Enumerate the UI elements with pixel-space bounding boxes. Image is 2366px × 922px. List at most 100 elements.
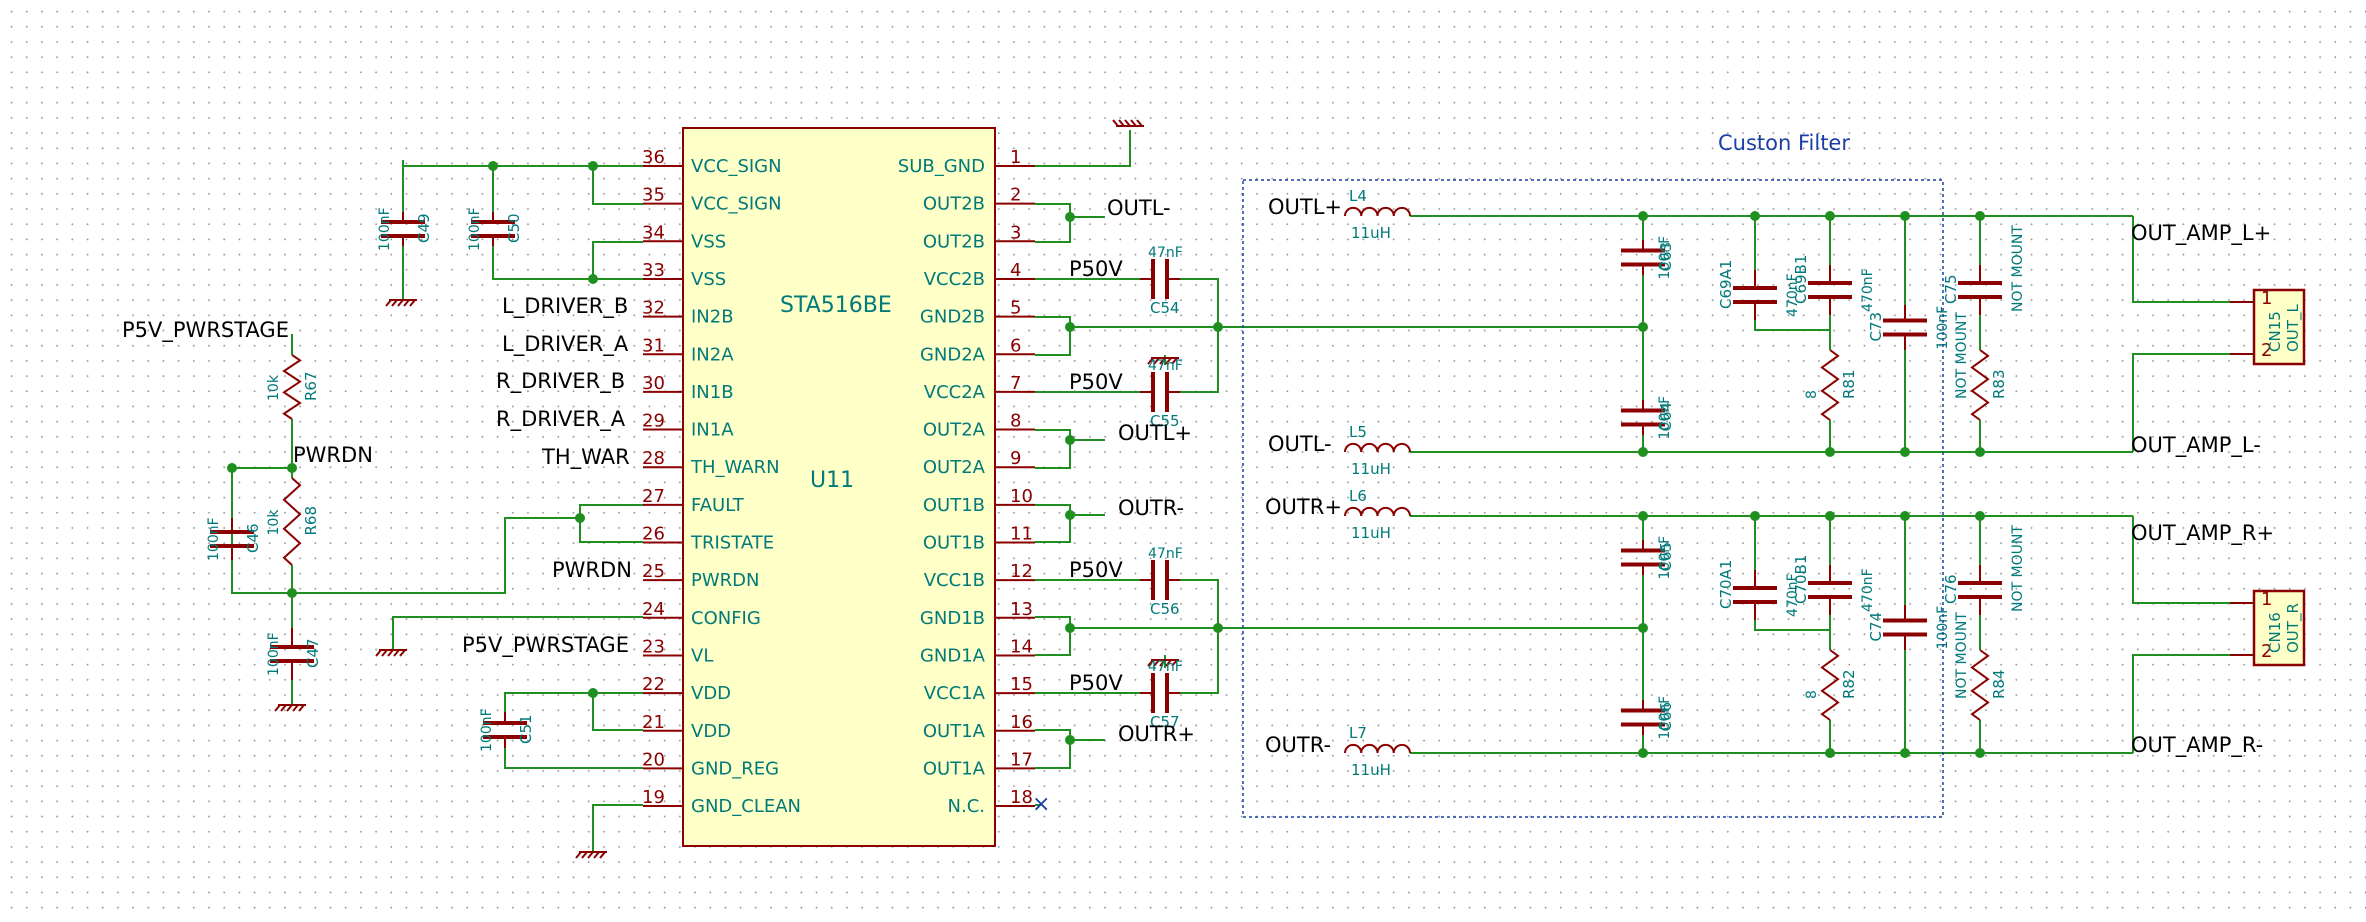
- cap-c46[interactable]: C46 100nF: [206, 517, 262, 561]
- pin-name: IN1A: [691, 420, 734, 441]
- cap-c65[interactable]: C65100nF: [1621, 536, 1675, 580]
- pin-name: OUT2B: [923, 231, 985, 252]
- cap-c63[interactable]: C63100nF: [1621, 236, 1675, 280]
- cap-c73[interactable]: C73 100nF: [1867, 305, 1951, 350]
- cap-c69b1[interactable]: C69B1 470nF: [1792, 255, 1876, 315]
- cap-value: 100nF: [266, 632, 282, 676]
- connector-cn16[interactable]: 1 2 CN16 OUT_R: [2230, 589, 2306, 667]
- pin-name: GND1A: [920, 645, 986, 666]
- cap-c49[interactable]: C49 100nF: [377, 207, 433, 251]
- net-out-amp-r-minus: OUT_AMP_R-: [2131, 733, 2263, 758]
- pin-name: SUB_GND: [898, 156, 985, 177]
- net-th-war: TH_WAR: [541, 445, 630, 470]
- junction-dot: [1900, 211, 1910, 221]
- cap-value: 100nF: [479, 708, 495, 752]
- cap-c70a1[interactable]: C70A1 470nF: [1717, 560, 1801, 620]
- net-out-amp-r-plus: OUT_AMP_R+: [2131, 521, 2274, 546]
- pin-number: 5: [1010, 298, 1021, 319]
- cn15-ref: CN15: [2266, 311, 2284, 352]
- junction-dot: [1825, 511, 1835, 521]
- cn16-pin1: 1: [2261, 589, 2272, 610]
- cap-ref: C75: [1942, 274, 1960, 304]
- res-r81[interactable]: R81 8: [1804, 349, 1858, 421]
- res-r82[interactable]: R82 8: [1804, 649, 1858, 721]
- pin-name: GND_CLEAN: [691, 796, 801, 817]
- pin-number: 26: [642, 524, 665, 545]
- cap-c69a1[interactable]: C69A1 470nF: [1717, 260, 1801, 320]
- cap-c51[interactable]: C51 100nF: [479, 708, 535, 752]
- res-ref: R83: [1990, 369, 2008, 399]
- cap-ref: C50: [505, 213, 523, 243]
- cap-c55[interactable]: 47nFC55: [1140, 358, 1183, 430]
- cap-value: 100nF: [1657, 696, 1673, 740]
- net-outl-minus-filter: OUTL-: [1268, 432, 1332, 456]
- pin-number: 25: [642, 561, 665, 582]
- junction-dot: [1213, 322, 1223, 332]
- ind-ref: L7: [1349, 724, 1367, 742]
- pin-name: TH_WARN: [690, 457, 780, 478]
- cap-value: 470nF: [1860, 568, 1876, 612]
- cap-c66[interactable]: C66100nF: [1621, 696, 1675, 740]
- junction-dot: [1900, 748, 1910, 758]
- ground-symbol: [385, 299, 417, 307]
- pin-name: GND2A: [920, 344, 986, 365]
- net-outl-minus-chip: OUTL-: [1107, 196, 1171, 220]
- cap-c50[interactable]: C50 100nF: [467, 207, 523, 251]
- filter-title: Custon Filter: [1718, 131, 1850, 155]
- cap-c47[interactable]: C47 100nF: [266, 628, 322, 680]
- junction-dot: [287, 588, 297, 598]
- pin-number: 27: [642, 486, 665, 507]
- cn15-value: OUT_L: [2284, 304, 2303, 352]
- res-r68[interactable]: R68 10k: [266, 477, 320, 566]
- inductor-l4[interactable]: L4 11uH: [1344, 187, 1411, 242]
- net-l-driver-b: L_DRIVER_B: [502, 294, 628, 319]
- cap-c74[interactable]: C74 100nF: [1867, 605, 1951, 650]
- junction-dot: [1638, 748, 1648, 758]
- cap-c76[interactable]: C76 NOT MOUNT: [1942, 525, 2026, 615]
- junction-dot: [1975, 511, 1985, 521]
- junction-dot: [575, 513, 585, 523]
- pin-number: 35: [642, 185, 665, 206]
- ind-value: 11uH: [1351, 761, 1391, 779]
- inductor-l7[interactable]: L7 11uH: [1344, 724, 1411, 779]
- cap-c57[interactable]: 47nFC57: [1140, 659, 1183, 731]
- cap-c54[interactable]: 47nF C54: [1140, 245, 1183, 317]
- pin-number: 1: [1010, 147, 1021, 168]
- res-r67[interactable]: R67 10k: [266, 354, 320, 420]
- junction-dot: [1975, 748, 1985, 758]
- pin-name: VCC2B: [924, 269, 985, 290]
- pin-number: 29: [642, 411, 665, 432]
- pin-name: OUT1B: [923, 495, 985, 516]
- res-ref: R81: [1840, 369, 1858, 399]
- cap-c56[interactable]: 47nF C56: [1140, 546, 1183, 618]
- junction-dot: [1638, 511, 1648, 521]
- res-value: 8: [1804, 390, 1820, 399]
- cap-c75[interactable]: C75 NOT MOUNT: [1942, 225, 2026, 315]
- pin-name: VDD: [691, 683, 731, 704]
- net-pwrdn: PWRDN: [552, 558, 632, 582]
- inductor-l5[interactable]: L5 11uH: [1344, 423, 1411, 478]
- cap-c64[interactable]: C64100nF: [1621, 396, 1675, 440]
- pin-name: OUT1A: [923, 721, 986, 742]
- junction-dot: [1065, 735, 1075, 745]
- pin-name: IN2A: [691, 344, 734, 365]
- ind-ref: L6: [1349, 487, 1367, 505]
- cap-ref: C70A1: [1717, 560, 1735, 609]
- res-ref: R68: [302, 506, 320, 536]
- res-value: 10k: [266, 509, 282, 536]
- junction-dot: [1065, 510, 1075, 520]
- pin-name: VSS: [691, 231, 726, 252]
- inductor-l6[interactable]: L6 11uH: [1344, 487, 1411, 542]
- pin-number: 28: [642, 448, 665, 469]
- cap-ref: C74: [1867, 612, 1885, 642]
- junction-dot: [1750, 211, 1760, 221]
- cap-c70b1[interactable]: C70B1 470nF: [1792, 555, 1876, 615]
- pin-number: 12: [1010, 561, 1033, 582]
- pin-name: OUT2B: [923, 194, 985, 215]
- junction-dot: [1975, 447, 1985, 457]
- connector-cn15[interactable]: 1 2 CN15 OUT_L: [2230, 288, 2306, 366]
- ground-symbol: [575, 851, 607, 859]
- net-r-driver-a: R_DRIVER_A: [496, 407, 626, 432]
- cap-ref: C54: [1150, 299, 1180, 317]
- pin-name: VL: [691, 645, 713, 666]
